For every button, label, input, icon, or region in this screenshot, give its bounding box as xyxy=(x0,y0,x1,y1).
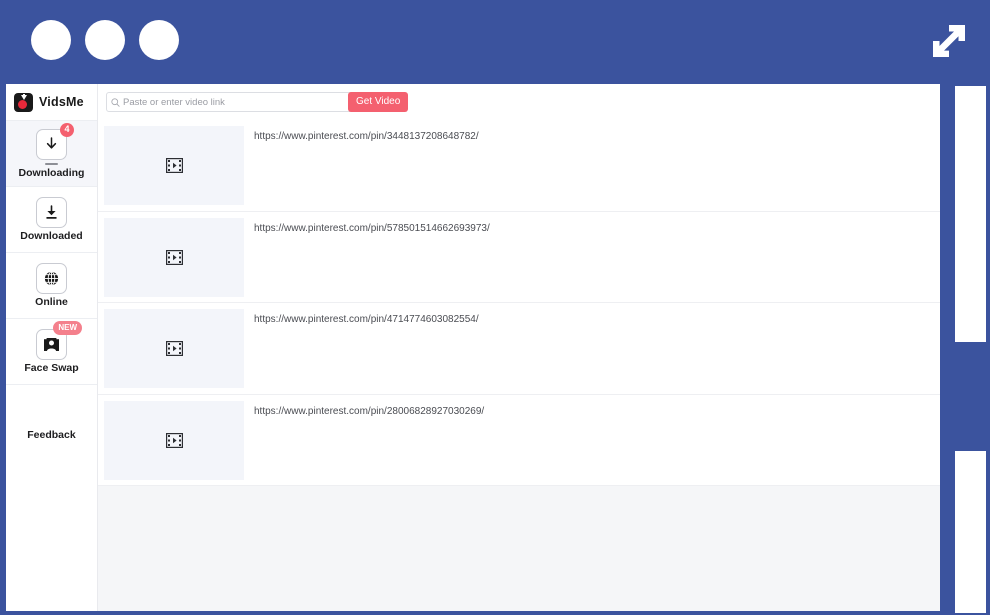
table-row[interactable]: https://www.pinterest.com/pin/2800682892… xyxy=(98,394,940,486)
title-bar xyxy=(0,0,990,84)
table-row[interactable]: https://www.pinterest.com/pin/5785015146… xyxy=(98,211,940,303)
sidebar-item-face-swap[interactable]: NEW Face Swap xyxy=(6,318,97,384)
globe-icon xyxy=(36,263,67,294)
table-row[interactable]: https://www.pinterest.com/pin/4714774603… xyxy=(98,303,940,395)
sidebar-item-feedback[interactable]: Feedback xyxy=(6,384,97,484)
video-film-icon xyxy=(165,158,183,173)
search-icon xyxy=(111,97,123,107)
video-thumbnail[interactable] xyxy=(104,126,244,205)
video-url: https://www.pinterest.com/pin/5785015146… xyxy=(254,222,490,234)
window-circle-2[interactable] xyxy=(85,20,125,60)
progress-underbar xyxy=(45,162,58,165)
sidebar-item-label-downloaded: Downloaded xyxy=(20,230,83,242)
background-panel-bottom xyxy=(955,451,986,613)
video-thumbnail[interactable] xyxy=(104,400,244,480)
search-field-wrapper[interactable] xyxy=(106,92,378,112)
main-content: Get Video xyxy=(98,84,940,611)
row-body: https://www.pinterest.com/pin/4714774603… xyxy=(244,309,940,388)
person-portrait-icon: NEW xyxy=(36,321,82,360)
sidebar-item-label-online: Online xyxy=(35,296,68,308)
row-body: https://www.pinterest.com/pin/3448137208… xyxy=(244,126,940,205)
vidsme-logo-icon xyxy=(14,92,33,112)
face-swap-new-badge: NEW xyxy=(53,321,82,335)
sidebar-item-downloaded[interactable]: Downloaded xyxy=(6,186,97,252)
download-list: https://www.pinterest.com/pin/3448137208… xyxy=(98,120,940,611)
video-film-icon xyxy=(165,341,183,356)
right-edge-strip xyxy=(940,84,990,615)
video-film-icon xyxy=(165,432,183,448)
video-url: https://www.pinterest.com/pin/2800682892… xyxy=(254,405,485,417)
toolbar: Get Video xyxy=(98,84,940,120)
expand-arrows-icon[interactable] xyxy=(918,12,978,72)
download-complete-icon xyxy=(36,197,67,228)
get-video-button[interactable]: Get Video xyxy=(348,92,409,112)
window-circle-1[interactable] xyxy=(31,20,71,60)
sidebar-item-online[interactable]: Online xyxy=(6,252,97,318)
video-thumbnail[interactable] xyxy=(104,309,244,388)
main-window: VidsMe 4 Downloading Downloaded Online N… xyxy=(6,84,940,611)
sidebar-item-downloading[interactable]: 4 Downloading xyxy=(6,120,97,186)
brand-name: VidsMe xyxy=(39,95,84,109)
video-thumbnail[interactable] xyxy=(104,217,244,297)
sidebar-item-label-feedback: Feedback xyxy=(27,428,76,441)
video-url: https://www.pinterest.com/pin/4714774603… xyxy=(254,314,479,325)
background-panel-top xyxy=(955,86,986,342)
video-url: https://www.pinterest.com/pin/3448137208… xyxy=(254,131,479,142)
list-empty-area xyxy=(98,486,940,606)
sidebar: VidsMe 4 Downloading Downloaded Online N… xyxy=(6,84,98,611)
sidebar-item-label-face-swap: Face Swap xyxy=(24,362,79,374)
row-body: https://www.pinterest.com/pin/2800682892… xyxy=(244,401,940,480)
app-window: VidsMe 4 Downloading Downloaded Online N… xyxy=(0,0,990,615)
window-circle-3[interactable] xyxy=(139,20,179,60)
row-body: https://www.pinterest.com/pin/5785015146… xyxy=(244,218,940,297)
search-input[interactable] xyxy=(123,93,373,111)
window-controls xyxy=(31,20,179,60)
sidebar-item-label-downloading: Downloading xyxy=(18,166,85,179)
brand: VidsMe xyxy=(6,84,97,120)
table-row[interactable]: https://www.pinterest.com/pin/3448137208… xyxy=(98,120,940,212)
downloading-badge: 4 xyxy=(60,122,74,137)
download-arrow-icon: 4 xyxy=(36,122,74,160)
download-list-rows: https://www.pinterest.com/pin/3448137208… xyxy=(98,120,940,606)
video-film-icon xyxy=(165,249,183,265)
